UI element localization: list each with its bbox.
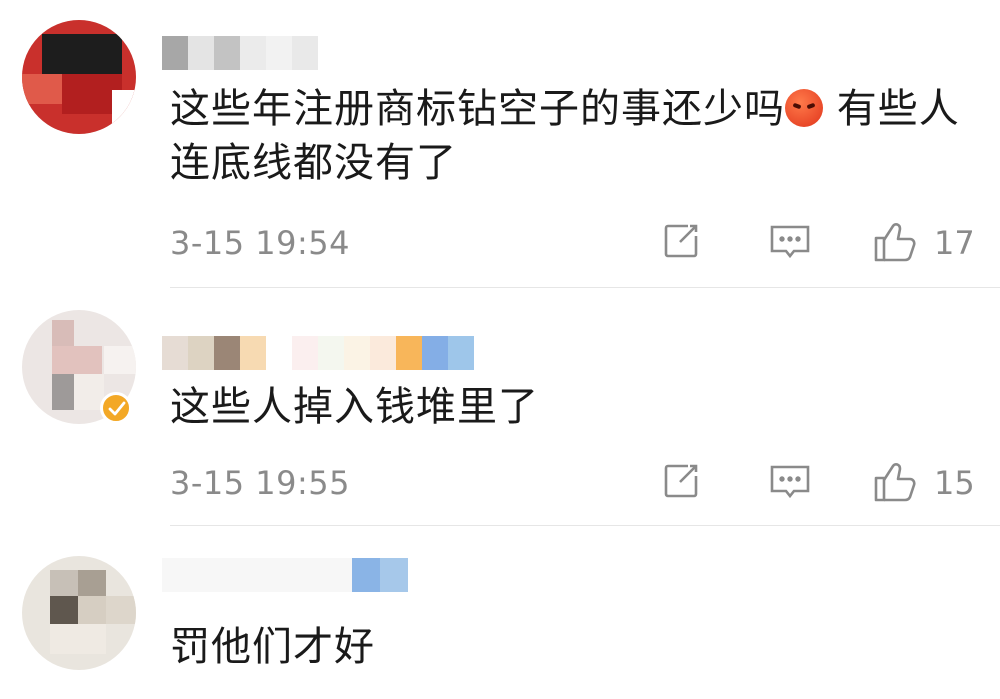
comment-item: 这些人掉入钱堆里了 3-15 19:55 15	[0, 288, 1000, 528]
repost-icon	[664, 224, 698, 258]
comment-text: 罚他们才好	[170, 624, 375, 670]
like-button[interactable]: 17	[872, 220, 982, 264]
comment-item: 罚他们才好	[0, 528, 1000, 699]
repost-icon	[664, 464, 698, 498]
timestamp: 3-15 19:55	[170, 464, 351, 502]
avatar[interactable]	[22, 20, 136, 134]
comment-icon	[770, 225, 810, 259]
reply-button[interactable]	[768, 220, 812, 264]
like-icon	[874, 223, 916, 262]
timestamp: 3-15 19:54	[170, 224, 351, 262]
comment-meta: 3-15 19:54 17	[170, 220, 980, 264]
like-button[interactable]: 15	[872, 460, 982, 504]
comment-text-part1: 这些年注册商标钻空子的事还少吗	[170, 86, 785, 132]
comment-meta: 3-15 19:55 15	[170, 460, 980, 504]
like-count: 17	[934, 224, 975, 262]
comment-feed: 这些年注册商标钻空子的事还少吗 有些人连底线都没有了 3-15 19:54 17…	[0, 0, 1000, 699]
like-count: 15	[934, 464, 975, 502]
username-blurred[interactable]	[162, 36, 318, 70]
comment-text: 这些年注册商标钻空子的事还少吗 有些人连底线都没有了	[170, 82, 970, 190]
repost-button[interactable]	[660, 220, 702, 264]
angry-face-emoji	[785, 89, 823, 127]
comment-text: 这些人掉入钱堆里了	[170, 384, 539, 430]
username-blurred[interactable]	[162, 558, 408, 592]
reply-button[interactable]	[768, 460, 812, 504]
verified-icon	[108, 401, 126, 416]
comment-item: 这些年注册商标钻空子的事还少吗 有些人连底线都没有了 3-15 19:54 17	[0, 0, 1000, 288]
avatar[interactable]	[22, 556, 136, 670]
like-icon	[874, 463, 916, 502]
comment-icon	[770, 465, 810, 499]
username-blurred[interactable]	[162, 336, 474, 370]
divider	[170, 525, 1000, 526]
verified-badge	[100, 392, 132, 424]
repost-button[interactable]	[660, 460, 702, 504]
